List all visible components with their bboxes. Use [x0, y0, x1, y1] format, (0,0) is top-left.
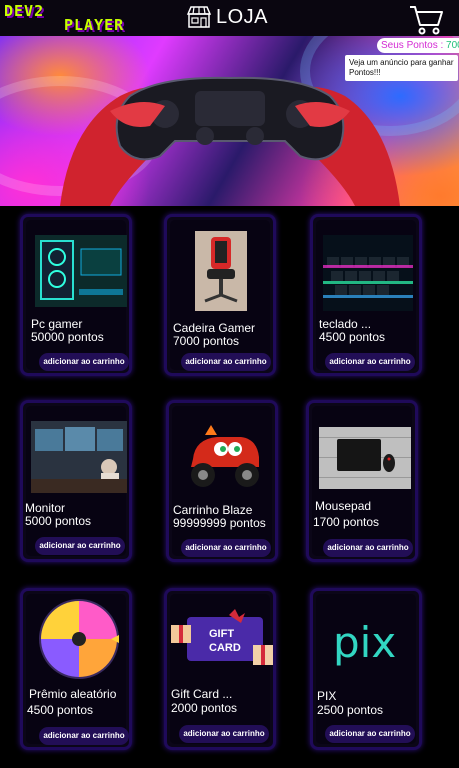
product-name: Monitor — [25, 501, 66, 515]
product-image-mousepad — [319, 427, 411, 489]
store-label: LOJA — [216, 5, 269, 28]
add-to-cart-button[interactable]: adicionar ao carrinho — [39, 727, 129, 745]
header: DEV2 PLAYER LOJA — [0, 0, 459, 36]
logo-line1: DEV2 — [4, 2, 45, 20]
points-value: 700 — [446, 40, 459, 51]
logo[interactable]: DEV2 PLAYER — [4, 2, 164, 34]
product-card: Carrinho Blaze 99999999 pontos adicionar… — [166, 400, 278, 562]
points-display: Seus Pontos : 700 — [377, 38, 459, 53]
product-name: Pc gamer — [31, 317, 83, 331]
product-card: GIFT CARD Gift Card ... 2000 pontos adic… — [164, 588, 276, 750]
add-to-cart-button[interactable]: adicionar ao carrinho — [35, 537, 125, 555]
product-price: 2000 pontos — [171, 701, 238, 715]
product-image-keyboard — [323, 235, 413, 311]
product-card: teclado ... 4500 pontos adicionar ao car… — [310, 214, 422, 376]
product-price: 2500 pontos — [317, 703, 384, 717]
product-name: Prêmio aleatório — [29, 687, 117, 701]
product-image-blaze-truck — [191, 425, 259, 487]
product-name: Gift Card ... — [171, 687, 233, 701]
product-price: 5000 pontos — [25, 514, 92, 528]
points-label: Seus Pontos : — [381, 40, 447, 51]
product-price: 50000 pontos — [31, 330, 104, 344]
shopping-cart-icon[interactable] — [408, 4, 444, 36]
product-name: Mousepad — [315, 499, 372, 513]
product-card: Prêmio aleatório 4500 pontos adicionar a… — [20, 588, 132, 750]
product-card: pix PIX 2500 pontos adicionar ao carrinh… — [310, 588, 422, 750]
product-price: 99999999 pontos — [173, 516, 266, 530]
add-to-cart-button[interactable]: adicionar ao carrinho — [181, 353, 271, 371]
product-image-prize-wheel — [39, 599, 119, 679]
product-image-gift-card: GIFT CARD — [171, 609, 273, 665]
product-price: 4500 pontos — [27, 703, 94, 717]
product-card: Monitor 5000 pontos adicionar ao carrinh… — [20, 400, 132, 562]
product-name: PIX — [317, 689, 337, 703]
product-price: 4500 pontos — [319, 330, 386, 344]
product-image-pix: pix — [333, 618, 396, 667]
product-card: Cadeira Gamer 7000 pontos adicionar ao c… — [164, 214, 276, 376]
product-name: Cadeira Gamer — [173, 321, 256, 335]
product-name: teclado ... — [319, 317, 372, 331]
add-to-cart-button[interactable]: adicionar ao carrinho — [181, 539, 271, 557]
product-card: Mousepad 1700 pontos adicionar ao carrin… — [306, 400, 418, 562]
add-to-cart-button[interactable]: adicionar ao carrinho — [325, 725, 415, 743]
store-nav[interactable]: LOJA — [186, 4, 268, 30]
pix-logo: pix — [333, 618, 396, 667]
product-card: Pc gamer 50000 pontos adicionar ao carri… — [20, 214, 132, 376]
store-icon — [186, 6, 212, 28]
add-to-cart-button[interactable]: adicionar ao carrinho — [325, 353, 415, 371]
watch-ad-button[interactable]: Veja um anúncio para ganhar Pontos!!! — [345, 55, 458, 81]
product-image-monitor — [31, 421, 127, 493]
add-to-cart-button[interactable]: adicionar ao carrinho — [323, 539, 413, 557]
product-name: Carrinho Blaze — [173, 503, 253, 517]
add-to-cart-button[interactable]: adicionar ao carrinho — [39, 353, 129, 371]
gift-card-text: CARD — [209, 642, 241, 654]
add-to-cart-button[interactable]: adicionar ao carrinho — [179, 725, 269, 743]
product-price: 7000 pontos — [173, 334, 240, 348]
product-price: 1700 pontos — [313, 515, 380, 529]
product-image-pc — [35, 235, 127, 307]
product-image-chair — [195, 231, 247, 311]
gift-card-text: GIFT — [209, 628, 234, 640]
logo-line2: PLAYER — [64, 16, 125, 34]
